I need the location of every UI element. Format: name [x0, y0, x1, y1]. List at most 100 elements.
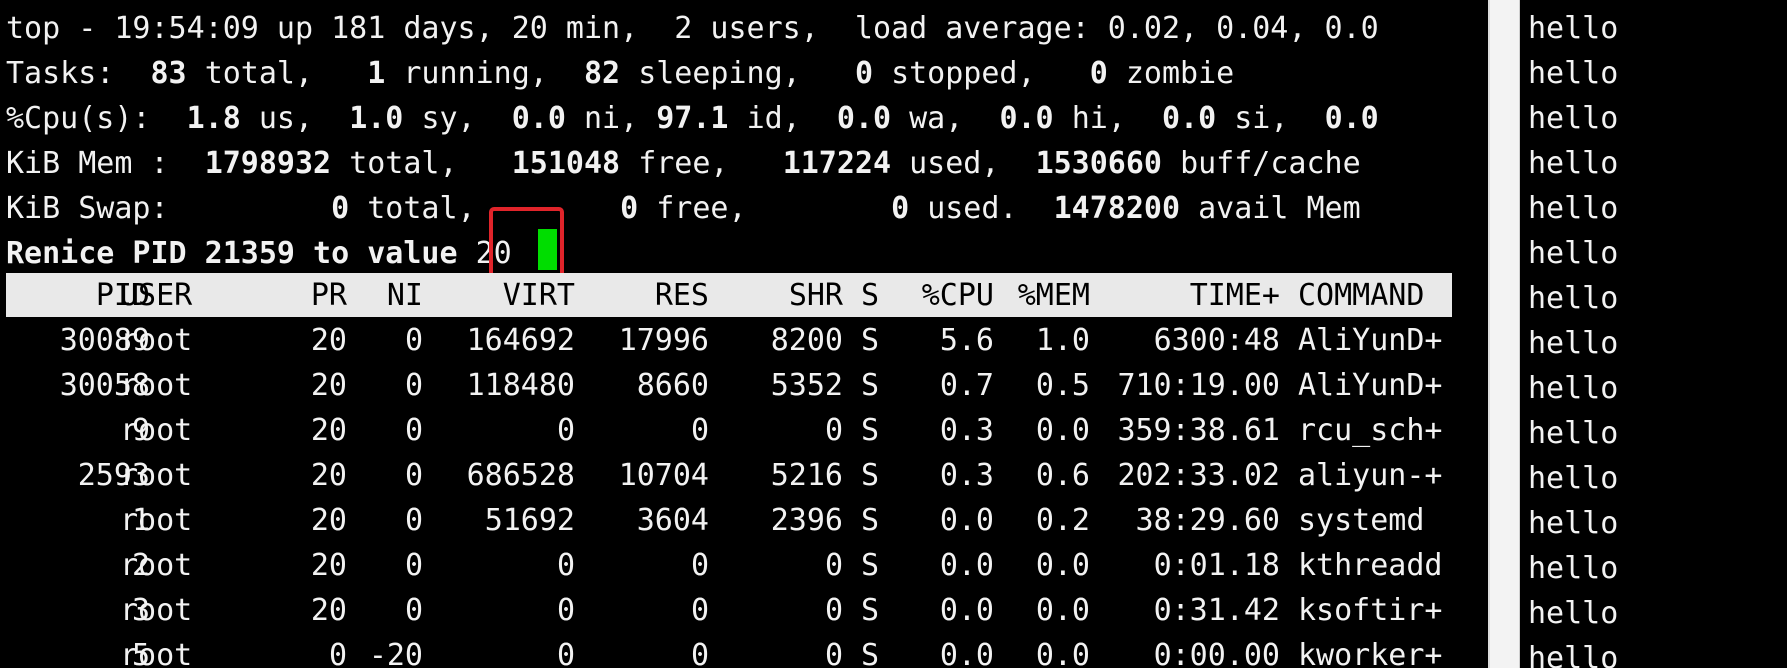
hello-line: hello: [1528, 641, 1619, 668]
column-header-res: RES: [654, 278, 709, 313]
cell-shr: 0: [824, 548, 843, 583]
mem-free-label: free,: [638, 146, 729, 181]
cell-virt: 0: [556, 638, 575, 668]
cell-res: 0: [690, 413, 709, 448]
cell-virt: 118480: [466, 368, 575, 403]
renice-prompt-text: Renice PID 21359 to value: [6, 236, 458, 271]
screenshot: top - 19:54:09 up 181 days, 20 min, 2 us…: [0, 0, 1787, 668]
cell-command: kthreadd: [1298, 548, 1443, 583]
cell-mem: 0.0: [1035, 413, 1090, 448]
hello-line: hello: [1528, 461, 1619, 496]
hello-line: hello: [1528, 506, 1619, 541]
cell-pr: 20: [310, 458, 347, 493]
tasks-zombie-label: zombie: [1125, 56, 1235, 91]
cell-res: 8660: [636, 368, 709, 403]
cell-command: AliYunD+: [1298, 323, 1443, 358]
pane-divider-edge: [1488, 0, 1490, 668]
cell-pr: 0: [328, 638, 347, 668]
column-header-ni: NI: [386, 278, 423, 313]
hello-line: hello: [1528, 191, 1619, 226]
column-header-virt: VIRT: [502, 278, 575, 313]
cell-user: root: [120, 548, 193, 583]
hello-line: hello: [1528, 281, 1619, 316]
cell-ni: -20: [368, 638, 423, 668]
mem-total: 1798932: [204, 146, 332, 181]
cpu-id: 97.1: [656, 101, 729, 136]
cell-time: 38:29.60: [1135, 503, 1281, 538]
cell-state: S: [861, 638, 880, 668]
mem-line: KiB Mem : 1798932 total, 151048 free, 11…: [6, 141, 1361, 186]
cell-user: root: [120, 368, 193, 403]
uptime-line: top - 19:54:09 up 181 days, 20 min, 2 us…: [6, 11, 1379, 46]
pane-divider[interactable]: [1488, 0, 1519, 668]
cell-user: root: [120, 593, 193, 628]
cpu-hi: 0.0: [999, 101, 1054, 136]
column-header-pr: PR: [310, 278, 347, 313]
cpu-us: 1.8: [186, 101, 241, 136]
hello-line: hello: [1528, 236, 1619, 271]
cell-user: root: [120, 503, 193, 538]
renice-prompt: Renice PID 21359 to value 20: [6, 231, 512, 276]
cell-command: ksoftir+: [1298, 593, 1443, 628]
cell-ni: 0: [404, 593, 423, 628]
cpu-si-label: si,: [1234, 101, 1289, 136]
tasks-total-label: total,: [204, 56, 314, 91]
cell-command: AliYunD+: [1298, 368, 1443, 403]
swap-free-label: free,: [656, 191, 747, 226]
cell-cpu: 5.6: [939, 323, 994, 358]
hello-line: hello: [1528, 11, 1619, 46]
cell-res: 3604: [636, 503, 709, 538]
cell-command: aliyun-+: [1298, 458, 1443, 493]
cell-pr: 20: [310, 548, 347, 583]
hello-line: hello: [1528, 101, 1619, 136]
cell-shr: 5216: [770, 458, 843, 493]
cell-time: 6300:48: [1153, 323, 1280, 358]
cell-virt: 0: [556, 413, 575, 448]
swap-line: KiB Swap: 0 total, 0 free, 0 used. 14782…: [6, 186, 1361, 231]
cpu-ni: 0.0: [511, 101, 566, 136]
column-header-user: USER: [120, 278, 193, 313]
cpu-si: 0.0: [1162, 101, 1217, 136]
cell-command: kworker+: [1298, 638, 1443, 668]
mem-label: KiB Mem :: [6, 146, 169, 181]
terminal-right-pane[interactable]: hello hello hello hello hello hello hello hello…: [1520, 0, 1787, 668]
cpu-line: %Cpu(s): 1.8 us, 1.0 sy, 0.0 ni, 97.1 id…: [6, 96, 1379, 141]
swap-label: KiB Swap:: [6, 191, 169, 226]
cpu-sy-label: sy,: [421, 101, 476, 136]
tasks-running: 1: [367, 56, 386, 91]
cpu-hi-label: hi,: [1071, 101, 1126, 136]
cell-mem: 0.0: [1035, 548, 1090, 583]
cell-time: 202:33.02: [1117, 458, 1280, 493]
tasks-sleeping-label: sleeping,: [638, 56, 801, 91]
cell-time: 359:38.61: [1117, 413, 1280, 448]
tasks-zombie: 0: [1089, 56, 1108, 91]
cell-time: 0:00.00: [1153, 638, 1280, 668]
cell-state: S: [861, 368, 880, 403]
hello-line: hello: [1528, 326, 1619, 361]
cell-virt: 51692: [484, 503, 575, 538]
cell-user: root: [120, 638, 193, 668]
cell-cpu: 0.7: [939, 368, 994, 403]
tasks-stopped: 0: [854, 56, 873, 91]
hello-line: hello: [1528, 56, 1619, 91]
cpu-ni-label: ni,: [584, 101, 639, 136]
terminal-top-pane[interactable]: top - 19:54:09 up 181 days, 20 min, 2 us…: [0, 0, 1488, 668]
cell-state: S: [861, 458, 880, 493]
column-header-command: COMMAND: [1298, 278, 1425, 313]
cell-cpu: 0.0: [939, 548, 994, 583]
swap-used-label: used.: [927, 191, 1018, 226]
cpu-id-label: id,: [746, 101, 801, 136]
cell-virt: 0: [556, 548, 575, 583]
cell-ni: 0: [404, 458, 423, 493]
cell-shr: 8200: [770, 323, 843, 358]
cell-res: 0: [690, 638, 709, 668]
tasks-sleeping: 82: [584, 56, 621, 91]
cell-virt: 0: [556, 593, 575, 628]
hello-line: hello: [1528, 551, 1619, 586]
mem-free: 151048: [511, 146, 621, 181]
swap-used: 0: [891, 191, 910, 226]
cell-shr: 2396: [770, 503, 843, 538]
hello-line: hello: [1528, 596, 1619, 631]
mem-cache: 1530660: [1035, 146, 1162, 181]
cell-res: 17996: [618, 323, 709, 358]
